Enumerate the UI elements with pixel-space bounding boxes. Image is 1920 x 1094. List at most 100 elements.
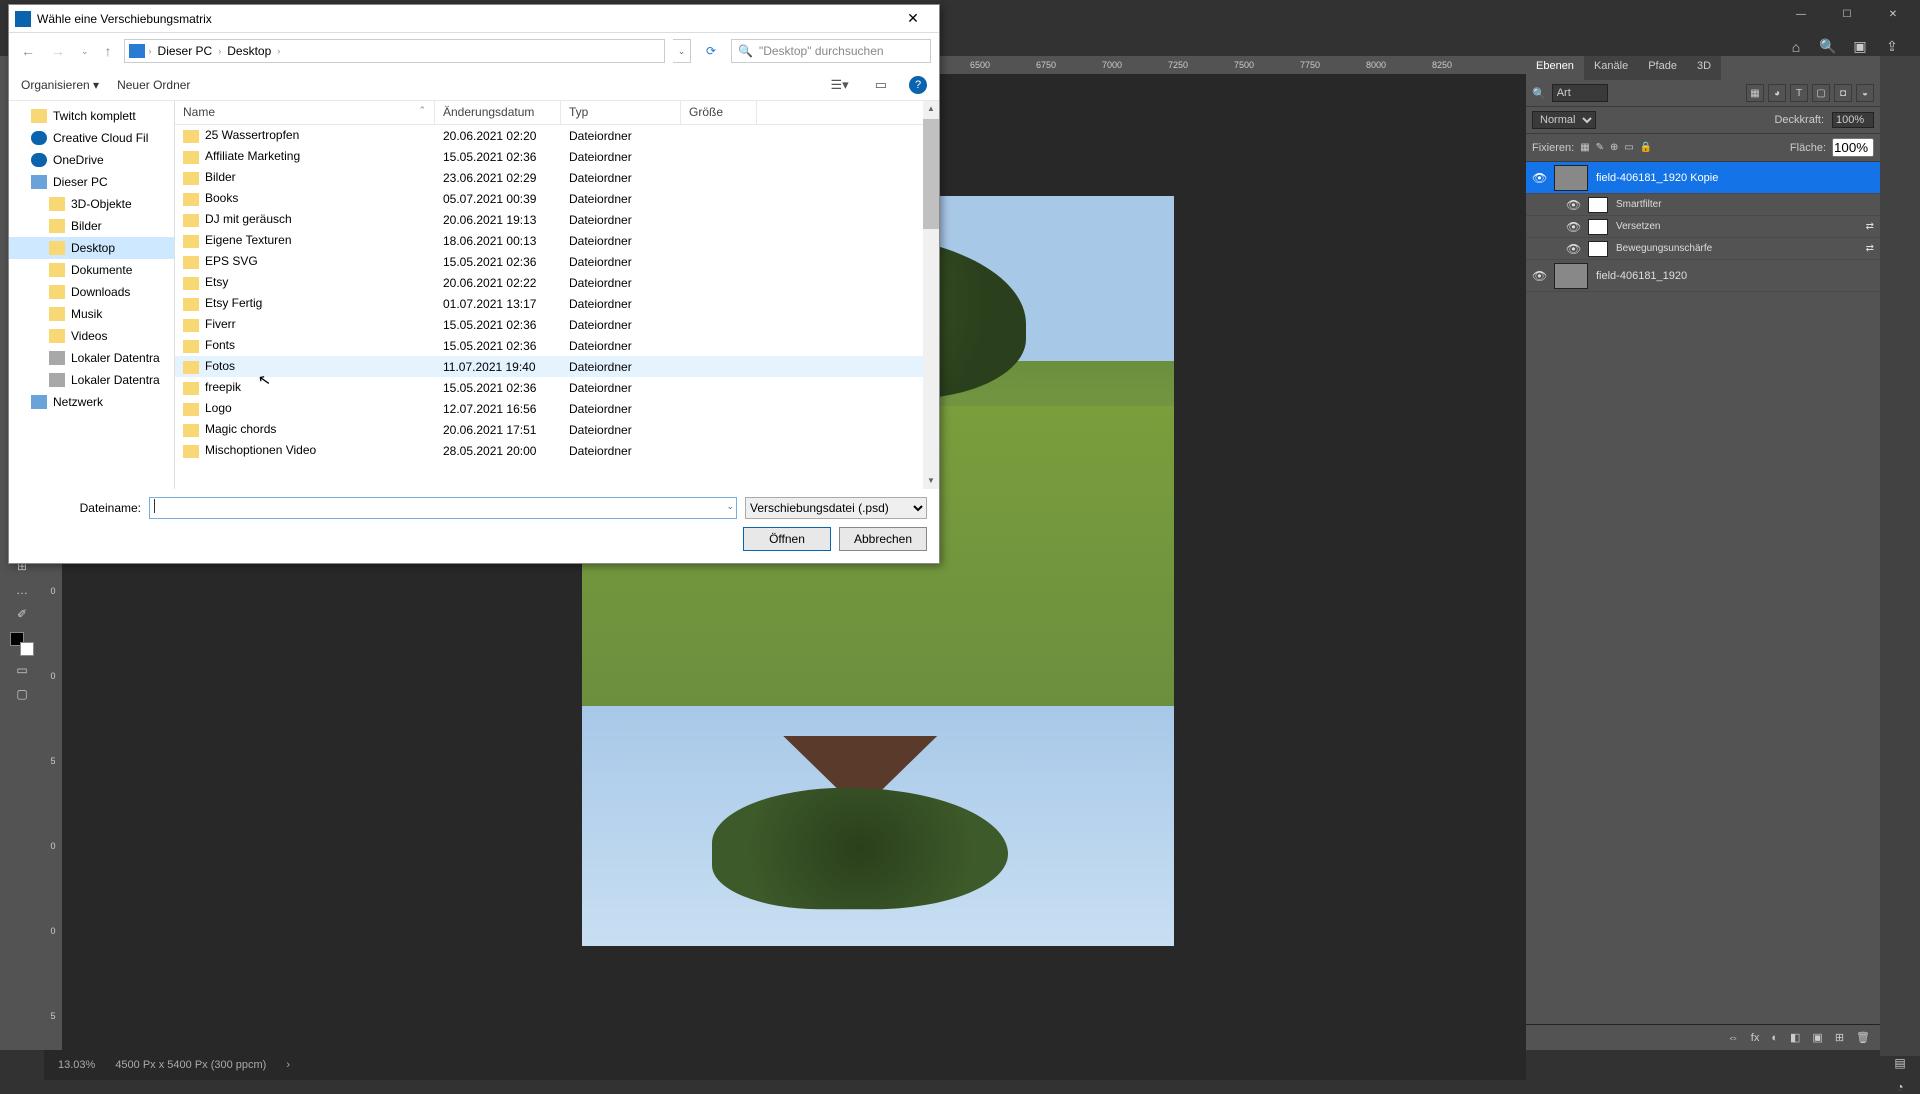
file-row[interactable]: EPS SVG15.05.2021 02:36Dateiordner — [175, 251, 923, 272]
breadcrumb[interactable]: › Dieser PC › Desktop › — [124, 39, 665, 63]
file-row[interactable]: freepik15.05.2021 02:36Dateiordner — [175, 377, 923, 398]
folder-tree[interactable]: Twitch komplettCreative Cloud FilOneDriv… — [9, 101, 175, 489]
layer-filter-icon[interactable]: ◘ — [1834, 84, 1852, 102]
tool-icon[interactable]: … — [12, 580, 32, 600]
file-row[interactable]: 25 Wassertropfen20.06.2021 02:20Dateiord… — [175, 125, 923, 146]
file-row[interactable]: Fonts15.05.2021 02:36Dateiordner — [175, 335, 923, 356]
tree-item[interactable]: 3D-Objekte — [9, 193, 174, 215]
refresh-button[interactable]: ⟳ — [699, 44, 723, 58]
file-row[interactable]: Fotos11.07.2021 19:40Dateiordner — [175, 356, 923, 377]
file-row[interactable]: Magic chords20.06.2021 17:51Dateiordner — [175, 419, 923, 440]
home-icon[interactable]: ⌂ — [1786, 39, 1806, 55]
filter-toggle-icon[interactable]: ⇄ — [1866, 221, 1874, 232]
info-arrow[interactable]: › — [286, 1059, 290, 1071]
layer-row[interactable]: 👁field-406181_1920 Kopie — [1526, 162, 1880, 194]
file-row[interactable]: Logo12.07.2021 16:56Dateiordner — [175, 398, 923, 419]
maximize-button[interactable]: ☐ — [1824, 0, 1870, 28]
tab-pfade[interactable]: Pfade — [1638, 56, 1687, 80]
layer-action-icon[interactable]: ◐ — [1771, 1032, 1778, 1044]
layer-action-icon[interactable]: fx — [1751, 1032, 1760, 1044]
file-row[interactable]: Mischoptionen Video28.05.2021 20:00Datei… — [175, 440, 923, 461]
tab-ebenen[interactable]: Ebenen — [1526, 56, 1584, 80]
layer-action-icon[interactable]: 🗑 — [1856, 1031, 1870, 1044]
filetype-select[interactable]: Verschiebungsdatei (.psd) — [745, 497, 927, 519]
file-row[interactable]: Etsy Fertig01.07.2021 13:17Dateiordner — [175, 293, 923, 314]
help-button[interactable]: ? — [909, 76, 927, 94]
tool-icon[interactable]: ✐ — [12, 604, 32, 624]
cloud-icon[interactable]: ▣ — [1850, 38, 1870, 55]
tree-item[interactable]: Creative Cloud Fil — [9, 127, 174, 149]
dialog-close-button[interactable]: ✕ — [893, 10, 933, 27]
layer-filter-icon[interactable]: ▦ — [1746, 84, 1764, 102]
filter-kind-icon[interactable]: 🔍 — [1532, 87, 1546, 100]
tool-icon[interactable]: ▭ — [12, 660, 32, 680]
nav-back-button[interactable]: ← — [17, 43, 39, 59]
column-headers[interactable]: Name ⌃ Änderungsdatum Typ Größe — [175, 101, 939, 125]
layer-action-icon[interactable]: ◧ — [1790, 1031, 1800, 1044]
layer-row[interactable]: 👁Smartfilter — [1526, 194, 1880, 216]
tree-item[interactable]: OneDrive — [9, 149, 174, 171]
tab-3d[interactable]: 3D — [1687, 56, 1721, 80]
preview-pane-button[interactable]: ▭ — [871, 77, 891, 93]
tab-kanale[interactable]: Kanäle — [1584, 56, 1638, 80]
tree-item[interactable]: Videos — [9, 325, 174, 347]
breadcrumb-dropdown[interactable]: ⌄ — [673, 39, 691, 63]
tree-item[interactable]: Twitch komplett — [9, 105, 174, 127]
fill-input[interactable] — [1832, 138, 1874, 157]
file-row[interactable]: Bilder23.06.2021 02:29Dateiordner — [175, 167, 923, 188]
close-button[interactable]: ✕ — [1870, 0, 1916, 28]
layer-row[interactable]: 👁Versetzen⇄ — [1526, 216, 1880, 238]
layer-action-icon[interactable]: ⇔ — [1728, 1032, 1739, 1044]
lock-icon[interactable]: ▭ — [1624, 142, 1633, 153]
file-row[interactable]: Books05.07.2021 00:39Dateiordner — [175, 188, 923, 209]
layer-filter-icon[interactable]: ◕ — [1768, 84, 1786, 102]
visibility-icon[interactable]: 👁 — [1532, 269, 1546, 283]
tree-item[interactable]: Lokaler Datentra — [9, 369, 174, 391]
file-row[interactable]: Eigene Texturen18.06.2021 00:13Dateiordn… — [175, 230, 923, 251]
visibility-icon[interactable]: 👁 — [1532, 171, 1546, 185]
layer-row[interactable]: 👁Bewegungsunschärfe⇄ — [1526, 238, 1880, 260]
visibility-icon[interactable]: 👁 — [1566, 220, 1580, 234]
share-icon[interactable]: ⇪ — [1882, 38, 1902, 55]
filename-input[interactable]: ⌄ — [149, 497, 737, 519]
tree-item[interactable]: Lokaler Datentra — [9, 347, 174, 369]
layer-action-icon[interactable]: ⊞ — [1835, 1031, 1844, 1044]
col-type[interactable]: Typ — [561, 101, 681, 124]
col-date[interactable]: Änderungsdatum — [435, 101, 561, 124]
tree-item[interactable]: Musik — [9, 303, 174, 325]
layer-action-icon[interactable]: ▣ — [1812, 1031, 1822, 1044]
scroll-down-icon[interactable]: ▼ — [923, 473, 939, 489]
search-input[interactable]: 🔍 "Desktop" durchsuchen — [731, 39, 931, 63]
file-row[interactable]: DJ mit geräusch20.06.2021 19:13Dateiordn… — [175, 209, 923, 230]
tree-item[interactable]: Bilder — [9, 215, 174, 237]
file-row[interactable]: Etsy20.06.2021 02:22Dateiordner — [175, 272, 923, 293]
lock-icon[interactable]: ✎ — [1596, 142, 1604, 153]
visibility-icon[interactable]: 👁 — [1566, 198, 1580, 212]
opacity-input[interactable] — [1832, 112, 1874, 128]
new-folder-button[interactable]: Neuer Ordner — [117, 78, 190, 92]
minimize-button[interactable]: — — [1778, 0, 1824, 28]
breadcrumb-seg[interactable]: Dieser PC — [156, 44, 215, 58]
tree-item[interactable]: Dokumente — [9, 259, 174, 281]
scroll-thumb[interactable] — [923, 119, 939, 229]
layer-filter-icon[interactable]: ◒ — [1856, 84, 1874, 102]
tree-item[interactable]: Netzwerk — [9, 391, 174, 413]
filter-toggle-icon[interactable]: ⇄ — [1866, 243, 1874, 254]
open-button[interactable]: Öffnen — [743, 527, 831, 551]
lock-icon[interactable]: 🔒 — [1640, 142, 1652, 153]
file-row[interactable]: Fiverr15.05.2021 02:36Dateiordner — [175, 314, 923, 335]
tool-icon[interactable]: ▢ — [12, 684, 32, 704]
visibility-icon[interactable]: 👁 — [1566, 242, 1580, 256]
filter-kind-select[interactable] — [1552, 84, 1608, 102]
cancel-button[interactable]: Abbrechen — [839, 527, 927, 551]
nav-recent-button[interactable]: ⌄ — [77, 46, 93, 57]
col-size[interactable]: Größe — [681, 101, 757, 124]
lock-icon[interactable]: ⊕ — [1610, 142, 1618, 153]
layer-row[interactable]: 👁field-406181_1920 — [1526, 260, 1880, 292]
breadcrumb-seg[interactable]: Desktop — [225, 44, 273, 58]
color-swatch[interactable] — [10, 632, 34, 656]
layer-filter-icon[interactable]: ▢ — [1812, 84, 1830, 102]
dock-icon[interactable]: ▤ — [1894, 1056, 1905, 1070]
tree-item[interactable]: Desktop — [9, 237, 174, 259]
nav-up-button[interactable]: ↑ — [101, 43, 116, 59]
